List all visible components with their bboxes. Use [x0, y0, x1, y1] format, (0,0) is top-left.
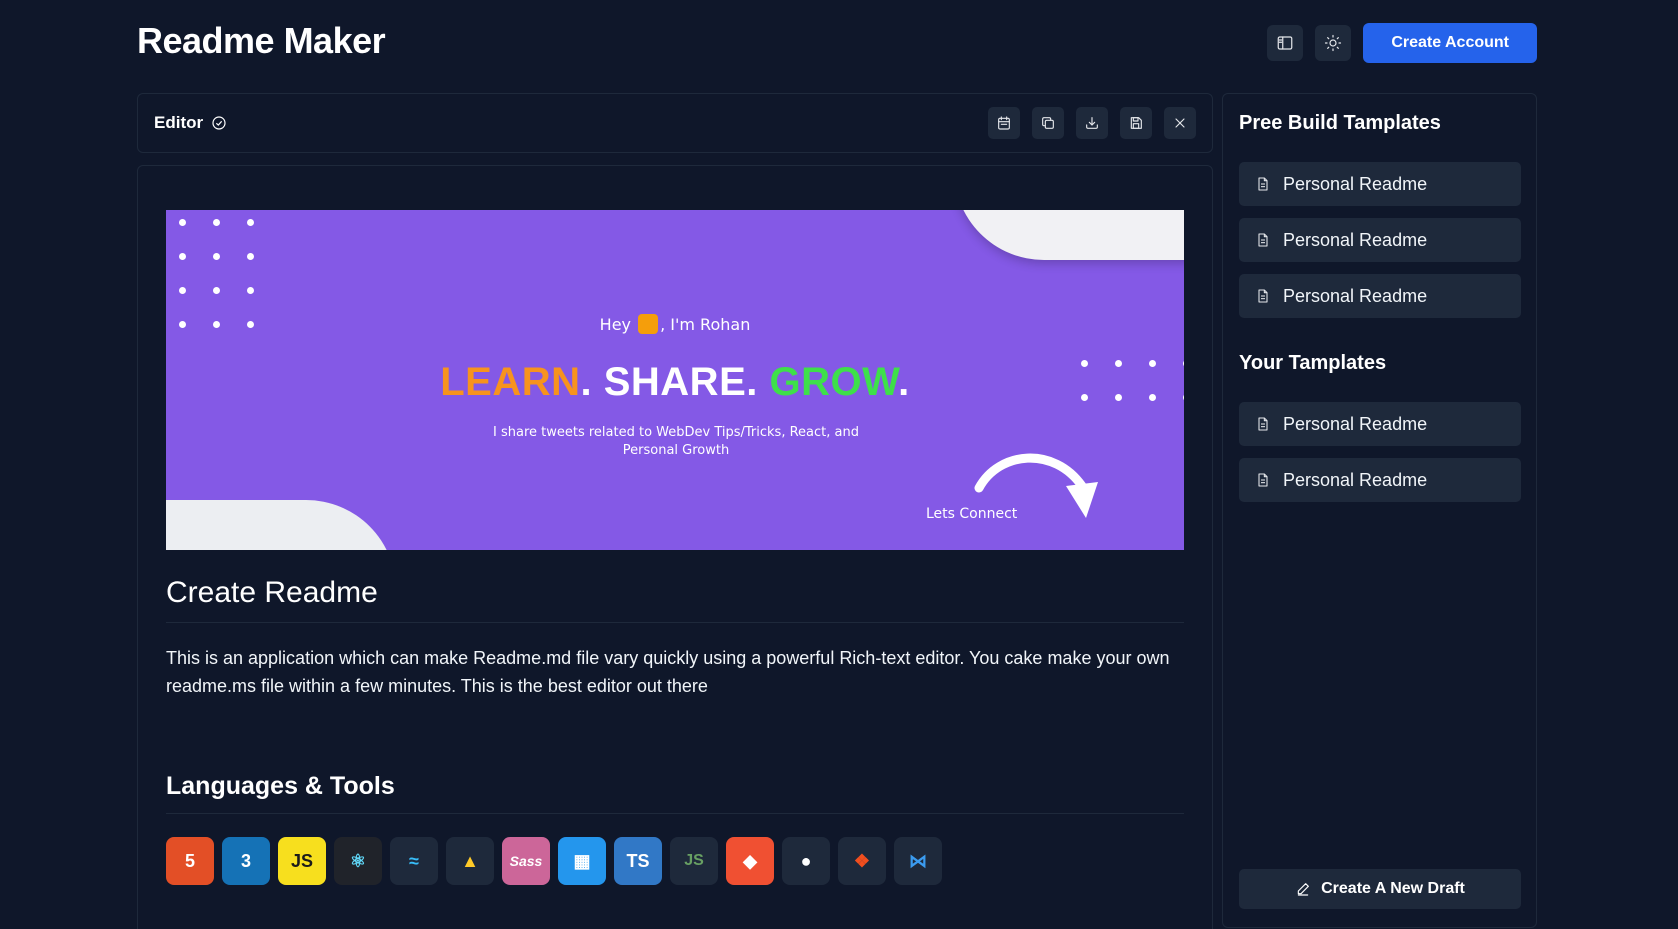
vscode-icon: ⋈	[894, 837, 942, 885]
header-actions: Create Account	[1267, 23, 1537, 63]
document-icon	[1258, 473, 1268, 487]
your-template-item[interactable]: Personal Readme	[1239, 402, 1521, 446]
close-icon	[1175, 118, 1185, 128]
your-template-item[interactable]: Personal Readme	[1239, 458, 1521, 502]
banner-connect: Lets Connect	[926, 506, 1018, 522]
react-icon: ⚛	[334, 837, 382, 885]
editor-label: Editor	[154, 113, 227, 133]
typescript-icon: TS	[614, 837, 662, 885]
github-icon: ●	[782, 837, 830, 885]
app-title: Readme Maker	[137, 20, 386, 61]
firebase-icon: ▲	[446, 837, 494, 885]
headline-dot: .	[898, 360, 910, 404]
prebuilt-template-item[interactable]: Personal Readme	[1239, 218, 1521, 262]
document-icon	[1258, 417, 1268, 431]
banner-greeting: Hey , I'm Rohan	[166, 314, 1184, 334]
banner-greeting-hey: Hey	[599, 315, 631, 334]
prebuilt-templates-heading: Pree Build Tamplates	[1239, 112, 1441, 134]
download-button[interactable]	[1076, 107, 1108, 139]
headline-share: . SHARE.	[580, 360, 770, 404]
prebuilt-template-item[interactable]: Personal Readme	[1239, 162, 1521, 206]
create-draft-button[interactable]: Create A New Draft	[1239, 869, 1521, 909]
html5-icon: 5	[166, 837, 214, 885]
save-button[interactable]	[1120, 107, 1152, 139]
create-draft-label: Create A New Draft	[1321, 880, 1465, 897]
nodejs-icon: JS	[670, 837, 718, 885]
template-label: Personal Readme	[1283, 469, 1428, 490]
document-icon	[1258, 177, 1268, 191]
sun-icon	[1325, 34, 1342, 52]
css3-icon: 3	[222, 837, 270, 885]
download-icon	[1086, 117, 1098, 129]
theme-toggle-button[interactable]	[1315, 25, 1352, 61]
banner-dots-left	[179, 219, 254, 328]
editor-content[interactable]: Hey , I'm Rohan LEARN. SHARE. GROW. I sh…	[137, 165, 1213, 929]
content-paragraph: This is an application which can make Re…	[166, 648, 1170, 696]
template-label: Personal Readme	[1283, 285, 1428, 306]
git-icon: ◆	[726, 837, 774, 885]
banner-shape-bottom-left	[166, 500, 396, 550]
copy-button[interactable]	[1032, 107, 1064, 139]
editor-tools	[988, 107, 1196, 139]
your-templates-list: Personal Readme Personal Readme	[1239, 402, 1521, 502]
create-account-button[interactable]: Create Account	[1363, 23, 1537, 63]
prebuilt-templates-list: Personal Readme Personal Readme Personal…	[1239, 162, 1521, 318]
template-label: Personal Readme	[1283, 413, 1428, 434]
your-templates-heading: Your Tamplates	[1239, 352, 1387, 374]
waving-emoji-icon	[638, 314, 659, 334]
headline-learn: LEARN	[440, 360, 581, 404]
copy-icon	[1042, 117, 1054, 129]
editor-title: Editor	[154, 113, 204, 132]
document-icon	[1258, 233, 1268, 247]
docker-icon: ▦	[558, 837, 606, 885]
template-label: Personal Readme	[1283, 229, 1428, 250]
tailwind-icon: ≈	[390, 837, 438, 885]
figma-icon: ❖	[838, 837, 886, 885]
banner-greeting-name: , I'm Rohan	[660, 315, 751, 334]
content-heading: Create Readme	[166, 576, 1184, 623]
document-icon	[1258, 289, 1268, 303]
readme-banner-image: Hey , I'm Rohan LEARN. SHARE. GROW. I sh…	[166, 210, 1184, 550]
headline-grow: GROW	[769, 360, 899, 404]
sass-icon: Sass	[502, 837, 550, 885]
pencil-icon	[1297, 883, 1310, 896]
check-circle-icon	[212, 116, 226, 130]
banner-subtext: I share tweets related to WebDev Tips/Tr…	[493, 425, 859, 458]
layout-icon	[1277, 36, 1293, 50]
calendar-icon	[998, 116, 1010, 130]
tech-icon-row: 5 3 JS ⚛ ≈ ▲ Sass ▦ TS JS ◆ ● ❖ ⋈	[166, 837, 942, 885]
templates-sidebar: Pree Build Tamplates Personal Readme Per…	[1222, 93, 1537, 928]
banner-headline: LEARN. SHARE. GROW.	[166, 360, 1184, 405]
prebuilt-template-item[interactable]: Personal Readme	[1239, 274, 1521, 318]
layout-toggle-button[interactable]	[1267, 25, 1304, 61]
javascript-icon: JS	[278, 837, 326, 885]
editor-toolbar: Editor	[137, 93, 1213, 153]
close-button[interactable]	[1164, 107, 1196, 139]
banner-shape-top-right	[954, 210, 1184, 260]
tools-heading: Languages & Tools	[166, 772, 1184, 814]
save-icon	[1130, 117, 1142, 129]
calendar-button[interactable]	[988, 107, 1020, 139]
template-label: Personal Readme	[1283, 173, 1428, 194]
